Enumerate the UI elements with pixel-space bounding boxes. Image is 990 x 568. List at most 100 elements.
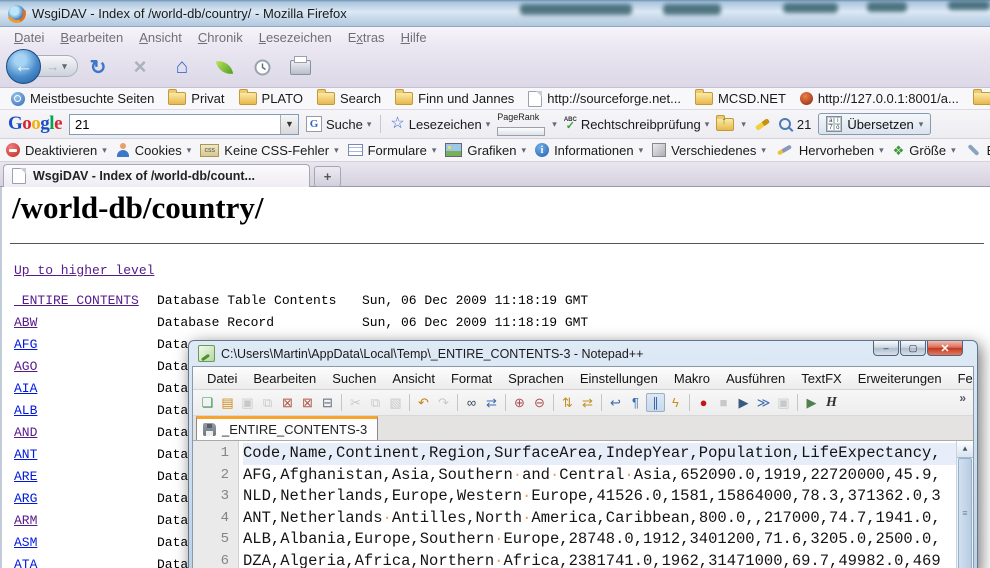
save-icon[interactable]: ▣ bbox=[238, 393, 257, 412]
minimize-button[interactable]: ‒ bbox=[873, 341, 899, 356]
macro-record-icon[interactable]: ● bbox=[694, 393, 713, 412]
cut-icon[interactable]: ✂ bbox=[346, 393, 365, 412]
word-find-button[interactable]: 21 bbox=[779, 117, 811, 132]
npp-menu-ansicht[interactable]: Ansicht bbox=[384, 371, 443, 386]
editor-line[interactable]: ANT,Netherlands·Antilles,North·America,C… bbox=[243, 508, 973, 530]
google-search-button[interactable]: G Suche ▾ bbox=[306, 116, 371, 132]
bookmark-search[interactable]: Search bbox=[312, 90, 386, 107]
scroll-up-arrow[interactable]: ▲ bbox=[957, 441, 973, 458]
link-asm[interactable]: ASM bbox=[14, 535, 37, 550]
zoom-in-icon[interactable]: ⊕ bbox=[510, 393, 529, 412]
webdev-grafiken[interactable]: Grafiken▾ bbox=[445, 143, 526, 158]
npp-menu-datei[interactable]: Datei bbox=[199, 371, 245, 386]
show-all-characters-icon[interactable]: ¶ bbox=[626, 393, 645, 412]
menu-hilfe[interactable]: Hilfe bbox=[393, 29, 435, 46]
pagerank-indicator[interactable]: PageRank bbox=[497, 113, 545, 136]
macro-play-icon[interactable]: ▶ bbox=[734, 393, 753, 412]
npp-menu-makro[interactable]: Makro bbox=[666, 371, 718, 386]
close-button[interactable]: ✕ bbox=[927, 341, 963, 356]
npp-menu-fenster[interactable]: Fenster bbox=[950, 371, 974, 386]
function-completion-icon[interactable]: ϟ bbox=[666, 393, 685, 412]
bookmark-http-127-0-0-1-8001-a-[interactable]: http://127.0.0.1:8001/a... bbox=[795, 90, 964, 107]
sync-vertical-icon[interactable]: ⇅ bbox=[558, 393, 577, 412]
paste-icon[interactable]: ▧ bbox=[386, 393, 405, 412]
google-search-box[interactable]: ▼ bbox=[69, 114, 299, 135]
editor-line[interactable]: AFG,Afghanistan,Asia,Southern·and·Centra… bbox=[243, 465, 973, 487]
link-ago[interactable]: AGO bbox=[14, 359, 37, 374]
editor-line[interactable]: DZA,Algeria,Africa,Northern·Africa,23817… bbox=[243, 551, 973, 568]
npp-menu-format[interactable]: Format bbox=[443, 371, 500, 386]
webdev-informationen[interactable]: iInformationen▾ bbox=[535, 143, 643, 158]
word-wrap-icon[interactable]: ↩ bbox=[606, 393, 625, 412]
zoom-out-icon[interactable]: ⊖ bbox=[530, 393, 549, 412]
link-aia[interactable]: AIA bbox=[14, 381, 37, 396]
chevron-down-icon[interactable]: ▾ bbox=[552, 119, 557, 130]
scrollbar-thumb[interactable]: ≡ bbox=[958, 458, 972, 568]
html-preview-icon[interactable]: H bbox=[822, 393, 841, 412]
toolbar-overflow-icon[interactable]: » bbox=[959, 390, 968, 405]
webdev-deaktivieren[interactable]: Deaktivieren▾ bbox=[6, 143, 107, 158]
undo-icon[interactable]: ↶ bbox=[414, 393, 433, 412]
redo-icon[interactable]: ↷ bbox=[434, 393, 453, 412]
link-alb[interactable]: ALB bbox=[14, 403, 37, 418]
new-tab-button[interactable]: + bbox=[314, 166, 341, 187]
history-button[interactable] bbox=[250, 55, 274, 79]
bookmark-mcsd-net[interactable]: MCSD.NET bbox=[690, 90, 791, 107]
reload-button[interactable]: ↻ bbox=[86, 55, 110, 79]
editor-line[interactable]: Code,Name,Continent,Region,SurfaceArea,I… bbox=[243, 443, 973, 465]
webdev-cookies[interactable]: Cookies▾ bbox=[116, 143, 192, 158]
link-ata[interactable]: ATA bbox=[14, 557, 37, 568]
bookmark-finn-und-jannes[interactable]: Finn und Jannes bbox=[390, 90, 519, 107]
google-bookmarks-button[interactable]: ☆ Lesezeichen ▾ bbox=[390, 116, 490, 132]
link-arg[interactable]: ARG bbox=[14, 491, 37, 506]
link-and[interactable]: AND bbox=[14, 425, 37, 440]
bookmark-plato[interactable]: PLATO bbox=[234, 90, 308, 107]
find-icon[interactable]: ∞ bbox=[462, 393, 481, 412]
indent-guide-icon[interactable]: ∥ bbox=[646, 393, 665, 412]
autofill-button[interactable] bbox=[716, 118, 734, 131]
link-arm[interactable]: ARM bbox=[14, 513, 37, 528]
npp-menu-textfx[interactable]: TextFX bbox=[793, 371, 849, 386]
chevron-down-icon[interactable]: ▾ bbox=[741, 119, 746, 130]
run-icon[interactable]: ▶ bbox=[802, 393, 821, 412]
editor-line[interactable]: NLD,Netherlands,Europe,Western·Europe,41… bbox=[243, 486, 973, 508]
npp-tab-entire-contents[interactable]: _ENTIRE_CONTENTS-3 bbox=[196, 416, 378, 440]
webdev-extras[interactable]: Extras▾ bbox=[965, 143, 990, 158]
maximize-button[interactable]: ▢ bbox=[900, 341, 926, 356]
npp-menu-bearbeiten[interactable]: Bearbeiten bbox=[245, 371, 324, 386]
back-button[interactable]: ← bbox=[6, 49, 41, 84]
npp-menu-suchen[interactable]: Suchen bbox=[324, 371, 384, 386]
menu-chronik[interactable]: Chronik bbox=[190, 29, 251, 46]
feed-button[interactable] bbox=[212, 55, 236, 79]
editor-line[interactable]: ALB,Albania,Europe,Southern·Europe,28748… bbox=[243, 529, 973, 551]
menu-ansicht[interactable]: Ansicht bbox=[131, 29, 190, 46]
replace-icon[interactable]: ⇄ bbox=[482, 393, 501, 412]
bookmark-meistbesuchte-seiten[interactable]: Meistbesuchte Seiten bbox=[6, 90, 159, 107]
link-abw[interactable]: ABW bbox=[14, 315, 37, 330]
bookmark-tree-samples[interactable]: Tree Samples bbox=[968, 90, 990, 107]
tab-wsgidav-index[interactable]: WsgiDAV - Index of /world-db/count... bbox=[3, 164, 310, 187]
up-to-higher-level-link[interactable]: Up to higher level bbox=[14, 263, 154, 278]
translate-button[interactable]: aí7ö Übersetzen ▾ bbox=[818, 113, 931, 135]
link-afg[interactable]: AFG bbox=[14, 337, 37, 352]
menu-datei[interactable]: Datei bbox=[6, 29, 52, 46]
menu-lesezeichen[interactable]: Lesezeichen bbox=[251, 29, 340, 46]
macro-save-icon[interactable]: ▣ bbox=[774, 393, 793, 412]
link-ant[interactable]: ANT bbox=[14, 447, 37, 462]
new-file-icon[interactable]: ❏ bbox=[198, 393, 217, 412]
stop-button[interactable]: × bbox=[128, 55, 152, 79]
macro-run-multiple-icon[interactable]: ≫ bbox=[754, 393, 773, 412]
print-button[interactable] bbox=[288, 55, 312, 79]
npp-menu-sprachen[interactable]: Sprachen bbox=[500, 371, 572, 386]
webdev-verschiedenes[interactable]: Verschiedenes▾ bbox=[652, 143, 766, 158]
sync-horizontal-icon[interactable]: ⇄ bbox=[578, 393, 597, 412]
webdev-hervorheben[interactable]: Hervorheben▾ bbox=[775, 143, 884, 158]
print-icon[interactable]: ⊟ bbox=[318, 393, 337, 412]
spellcheck-button[interactable]: ABC✓ Rechtschreibprüfung ▾ bbox=[564, 117, 710, 132]
editor-text-area[interactable]: Code,Name,Continent,Region,SurfaceArea,I… bbox=[239, 441, 973, 568]
open-folder-icon[interactable]: ▤ bbox=[218, 393, 237, 412]
forward-button[interactable]: →▾ bbox=[36, 55, 78, 77]
google-search-input[interactable] bbox=[70, 117, 280, 132]
search-history-dropdown[interactable]: ▼ bbox=[280, 115, 298, 134]
link-are[interactable]: ARE bbox=[14, 469, 37, 484]
